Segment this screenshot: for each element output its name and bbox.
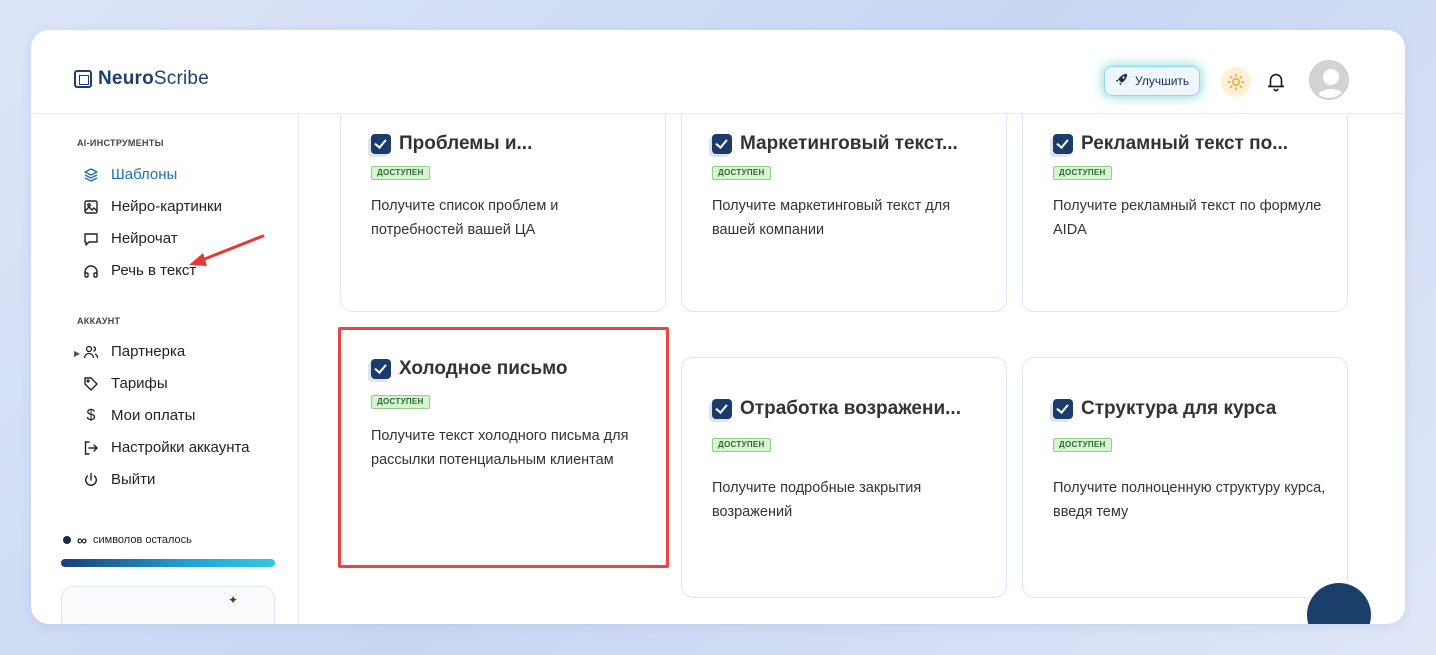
status-badge: ДОСТУПЕН	[371, 166, 430, 180]
bell-icon	[1267, 73, 1285, 92]
sidebar-item-logout[interactable]: Выйти	[83, 471, 155, 488]
status-badge: ДОСТУПЕН	[1053, 166, 1112, 180]
sidebar-item-partners[interactable]: Партнерка	[83, 343, 185, 360]
templates-grid: Проблемы и... ДОСТУПЕН Получите список п…	[299, 114, 1379, 598]
checkbox-icon	[1053, 134, 1073, 154]
sidebar-item-neuro-images[interactable]: Нейро-картинки	[83, 198, 222, 215]
sun-icon	[1227, 73, 1245, 91]
infinity-value: ∞	[77, 532, 87, 548]
sidebar-item-payments[interactable]: $ Мои оплаты	[83, 406, 196, 425]
user-avatar[interactable]	[1309, 60, 1349, 100]
sidebar-item-label: Нейрочат	[111, 230, 178, 247]
upgrade-label: Улучшить	[1135, 74, 1190, 88]
checkbox-icon	[1053, 399, 1073, 419]
template-description: Получите список проблем и потребностей в…	[371, 198, 559, 238]
template-description: Получите маркетинговый текст для вашей к…	[712, 198, 951, 238]
sidebar-item-account-settings[interactable]: Настройки аккаунта	[83, 439, 250, 456]
logo-text: NeuroScribe	[98, 68, 209, 89]
logo[interactable]: NeuroScribe	[74, 68, 209, 90]
checkbox-icon	[712, 134, 732, 154]
image-icon	[83, 199, 99, 215]
sidebar-item-neurochat[interactable]: Нейрочат	[83, 230, 178, 247]
template-description: Получите полноценную структуру курса, вв…	[1053, 480, 1326, 520]
template-card[interactable]: Маркетинговый текст... ДОСТУПЕН Получите…	[681, 114, 1007, 312]
top-bar: NeuroScribe Улучшить	[31, 30, 1405, 114]
logo-icon	[74, 70, 92, 88]
sidebar-item-label: Шаблоны	[111, 166, 178, 183]
notifications-button[interactable]	[1265, 70, 1289, 94]
sidebar-item-label: Выйти	[111, 471, 156, 488]
status-dot	[63, 536, 71, 544]
theme-toggle-button[interactable]	[1221, 67, 1251, 97]
tag-icon	[83, 376, 99, 392]
promo-icon: ✦	[228, 593, 239, 607]
template-title: Структура для курса	[1053, 398, 1276, 420]
symbols-label: символов осталось	[92, 534, 192, 546]
sidebar-item-speech-to-text[interactable]: Речь в текст	[83, 262, 196, 279]
checkbox-icon	[371, 134, 391, 154]
template-card[interactable]: Проблемы и... ДОСТУПЕН Получите список п…	[340, 114, 666, 312]
app-window: NeuroScribe Улучшить AI-ИНСТРУМЕНТЫ Шабл…	[31, 30, 1405, 624]
checkbox-icon	[371, 359, 391, 379]
template-card-highlighted[interactable]: Холодное письмо ДОСТУПЕН Получите текст …	[338, 327, 669, 568]
chat-icon	[83, 231, 99, 247]
template-card[interactable]: Рекламный текст по... ДОСТУПЕН Получите …	[1022, 114, 1348, 312]
checkbox-icon	[712, 399, 732, 419]
logout-arrow-icon	[83, 440, 99, 456]
template-title: Рекламный текст по...	[1053, 133, 1288, 155]
dollar-icon: $	[86, 406, 96, 424]
sidebar-item-tariffs[interactable]: Тарифы	[83, 375, 168, 392]
section-title-account: АККАУНТ	[77, 316, 121, 326]
sidebar-item-templates[interactable]: Шаблоны	[83, 166, 177, 183]
layers-icon	[83, 167, 99, 183]
status-badge: ДОСТУПЕН	[712, 166, 771, 180]
users-icon	[83, 344, 99, 360]
sidebar: AI-ИНСТРУМЕНТЫ Шаблоны Нейро-картинки Не…	[31, 114, 299, 624]
status-badge: ДОСТУПЕН	[1053, 438, 1112, 452]
sidebar-item-label: Мои оплаты	[111, 407, 196, 424]
template-card[interactable]: Структура для курса ДОСТУПЕН Получите по…	[1022, 357, 1348, 598]
annotation-arrow	[189, 234, 265, 266]
sidebar-item-label: Настройки аккаунта	[111, 439, 250, 456]
template-description: Получите текст холодного письма для расс…	[371, 428, 629, 468]
sidebar-item-label: Тарифы	[111, 375, 168, 392]
template-description: Получите рекламный текст по формуле AIDA	[1053, 198, 1322, 238]
template-title: Холодное письмо	[371, 358, 568, 380]
caret-right-icon[interactable]: ▶	[74, 349, 80, 358]
template-description: Получите подробные закрытия возражений	[712, 480, 922, 520]
template-title: Проблемы и...	[371, 133, 532, 155]
status-badge: ДОСТУПЕН	[371, 395, 430, 409]
section-title-ai-tools: AI-ИНСТРУМЕНТЫ	[77, 138, 164, 148]
template-title: Маркетинговый текст...	[712, 133, 958, 155]
sidebar-item-label: Партнерка	[111, 343, 186, 360]
sidebar-promo-card[interactable]: ✦	[61, 586, 275, 624]
sidebar-item-label: Нейро-картинки	[111, 198, 222, 215]
power-icon	[83, 472, 99, 488]
upgrade-button[interactable]: Улучшить	[1104, 66, 1201, 96]
symbols-progress-fill	[61, 559, 275, 567]
user-silhouette-icon	[1311, 62, 1347, 98]
headphones-icon	[83, 263, 99, 279]
rocket-icon	[1115, 73, 1128, 89]
symbols-progress-bar	[61, 559, 275, 567]
symbols-remaining: ∞ символов осталось	[63, 532, 192, 548]
status-badge: ДОСТУПЕН	[712, 438, 771, 452]
template-card[interactable]: Отработка возражени... ДОСТУПЕН Получите…	[681, 357, 1007, 598]
template-title: Отработка возражени...	[712, 398, 961, 420]
